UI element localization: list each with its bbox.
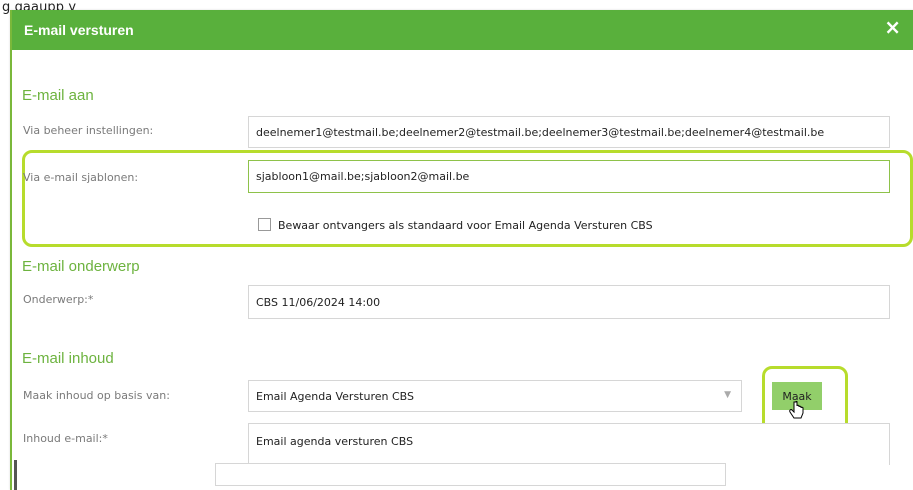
- editor-toolbar-placeholder: [215, 463, 726, 486]
- chevron-down-icon: ▼: [724, 390, 731, 400]
- via-sjablonen-input[interactable]: sjabloon1@mail.be;sjabloon2@mail.be: [248, 160, 890, 193]
- onderwerp-label: Onderwerp:*: [23, 293, 94, 306]
- inhoud-label: Inhoud e-mail:*: [23, 432, 108, 445]
- bewaar-label: Bewaar ontvangers als standaard voor Ema…: [278, 219, 653, 232]
- via-sjablonen-label: Via e-mail sjablonen:: [23, 171, 139, 184]
- section-email-inhoud: E-mail inhoud: [22, 350, 114, 367]
- section-email-aan: E-mail aan: [22, 87, 94, 104]
- close-icon[interactable]: ×: [884, 17, 901, 37]
- section-email-onderwerp: E-mail onderwerp: [22, 258, 140, 275]
- hand-cursor-icon: [789, 401, 804, 419]
- maak-inhoud-value: Email Agenda Versturen CBS: [256, 389, 414, 403]
- maak-inhoud-select[interactable]: Email Agenda Versturen CBS ▼: [248, 380, 742, 412]
- bewaar-checkbox[interactable]: [258, 218, 271, 231]
- dialog-title: E-mail versturen: [24, 22, 134, 38]
- onderwerp-input[interactable]: CBS 11/06/2024 14:00: [248, 285, 890, 319]
- maak-inhoud-label: Maak inhoud op basis van:: [23, 389, 170, 402]
- via-beheer-label: Via beheer instellingen:: [23, 124, 154, 137]
- via-beheer-input[interactable]: deelnemer1@testmail.be;deelnemer2@testma…: [248, 116, 890, 148]
- dialog-header: E-mail versturen ×: [12, 10, 913, 50]
- left-edge-bar: [14, 460, 17, 490]
- inhoud-textarea[interactable]: Email agenda versturen CBS: [248, 423, 890, 465]
